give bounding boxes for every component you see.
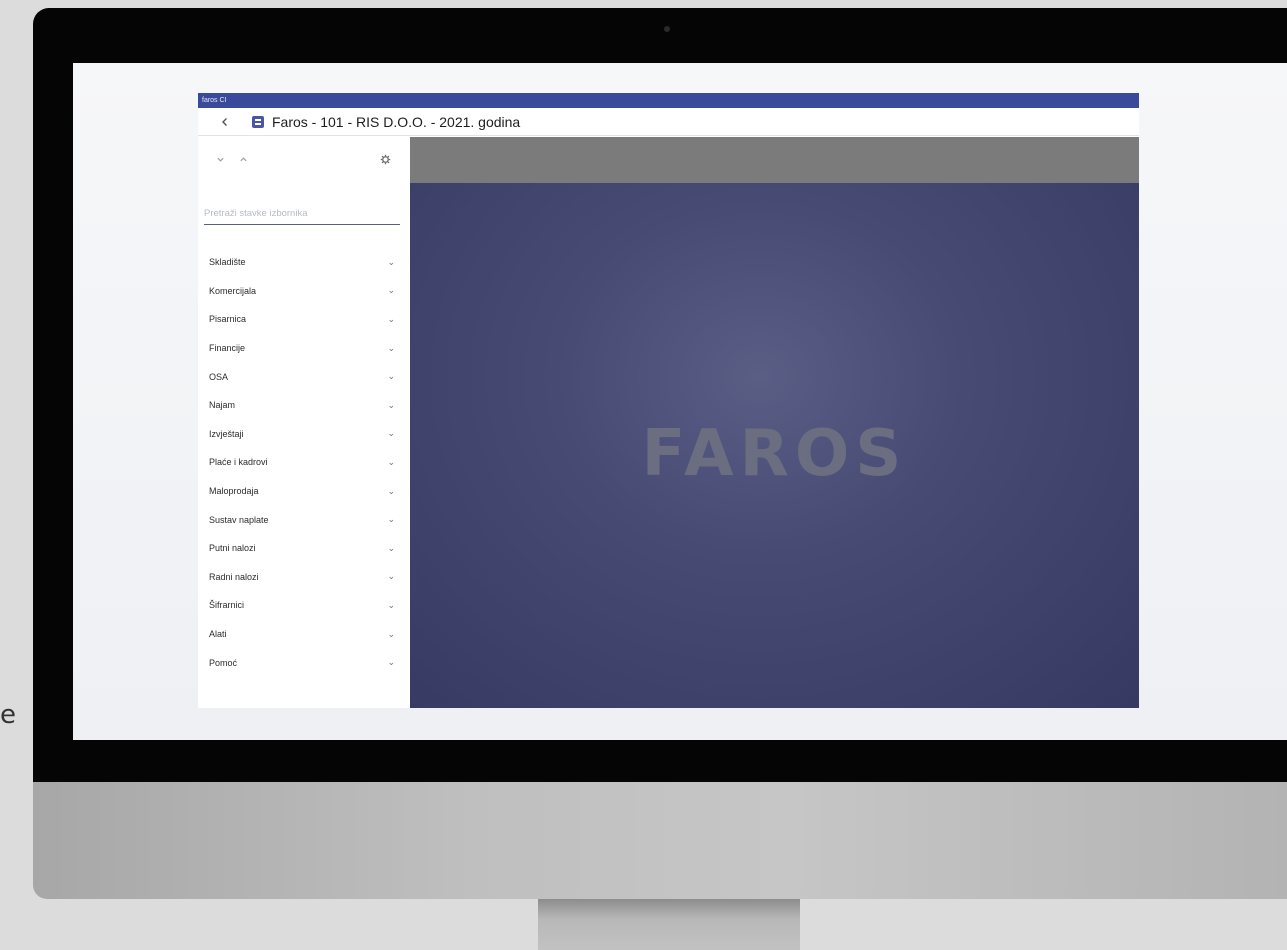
sidebar-item-radni-nalozi[interactable]: Radni nalozi ⌄: [198, 563, 409, 592]
sidebar-item-pisarnica[interactable]: Pisarnica ⌄: [198, 305, 409, 334]
faros-logo: FAROS: [641, 417, 908, 491]
sidebar-item-label: Najam: [209, 400, 236, 411]
window-title-bar: faros CI: [198, 93, 1139, 108]
sidebar-item-label: Komercijala: [209, 285, 257, 296]
app-header: Faros - 101 - RIS D.O.O. - 2021. godina: [198, 108, 1139, 136]
sidebar-item-label: Alati: [209, 629, 227, 640]
sidebar-item-komercijala[interactable]: Komercijala ⌄: [198, 277, 409, 306]
sidebar-item-najam[interactable]: Najam ⌄: [198, 391, 409, 420]
main-toolbar: [410, 137, 1139, 183]
sidebar-menu: Skladište ⌄ Komercijala ⌄ Pisarnica ⌄ Finan…: [198, 248, 409, 677]
sidebar-item-label: Pomoć: [209, 657, 238, 668]
chevron-down-icon: ⌄: [387, 342, 395, 353]
sidebar-item-label: Skladište: [209, 257, 246, 268]
search-field: [204, 203, 400, 225]
sidebar-item-financije[interactable]: Financije ⌄: [198, 334, 409, 363]
chevron-down-icon: ⌄: [387, 628, 395, 639]
sidebar-item-label: Maloprodaja: [209, 486, 259, 497]
monitor-stand: [538, 899, 800, 950]
page-title: Faros - 101 - RIS D.O.O. - 2021. godina: [272, 113, 521, 130]
chevron-down-icon: ⌄: [387, 399, 395, 410]
sidebar-item-maloprodaja[interactable]: Maloprodaja ⌄: [198, 477, 409, 506]
sidebar-item-sustav-naplate[interactable]: Sustav naplate ⌄: [198, 505, 409, 534]
sidebar-item-skladiste[interactable]: Skladište ⌄: [198, 248, 409, 277]
camera-icon: [664, 26, 670, 32]
chevron-down-icon: ⌄: [387, 514, 395, 525]
sidebar-item-label: Radni nalozi: [209, 571, 259, 582]
collapse-all-button[interactable]: [212, 151, 228, 167]
sidebar-item-label: Plaće i kadrovi: [209, 457, 268, 468]
sidebar-item-label: Šifrarnici: [209, 600, 245, 611]
chevron-left-icon: [222, 117, 227, 126]
page-edge-text: e: [0, 700, 16, 730]
chevron-down-icon: ⌄: [387, 571, 395, 582]
chevron-down-icon: [216, 157, 224, 162]
sidebar-item-label: Financije: [209, 343, 246, 354]
sidebar-item-pomoc[interactable]: Pomoć ⌄: [198, 648, 409, 677]
sidebar-item-label: OSA: [209, 371, 229, 382]
search-input[interactable]: [204, 203, 400, 224]
sidebar-controls: [198, 137, 409, 181]
settings-button[interactable]: [377, 151, 393, 167]
chevron-down-icon: ⌄: [387, 256, 395, 267]
chevron-down-icon: ⌄: [387, 456, 395, 467]
chevron-down-icon: ⌄: [387, 428, 395, 439]
chevron-down-icon: ⌄: [387, 599, 395, 610]
sidebar-item-label: Izvještaji: [209, 428, 244, 439]
sidebar-item-alati[interactable]: Alati ⌄: [198, 620, 409, 649]
sidebar: Skladište ⌄ Komercijala ⌄ Pisarnica ⌄ Finan…: [198, 137, 409, 708]
back-button[interactable]: [212, 109, 238, 135]
sidebar-item-izvjestaji[interactable]: Izvještaji ⌄: [198, 420, 409, 449]
chevron-down-icon: ⌄: [387, 285, 395, 296]
chevron-down-icon: ⌄: [387, 542, 395, 553]
sidebar-item-label: Pisarnica: [209, 314, 247, 325]
chevron-down-icon: ⌄: [387, 657, 395, 668]
sidebar-item-label: Putni nalozi: [209, 543, 256, 554]
monitor-chin: [33, 782, 1287, 899]
gear-icon: [380, 154, 390, 164]
sidebar-item-osa[interactable]: OSA ⌄: [198, 362, 409, 391]
sidebar-item-putni-nalozi[interactable]: Putni nalozi ⌄: [198, 534, 409, 563]
chevron-up-icon: [239, 156, 247, 161]
sidebar-item-sifrarnici[interactable]: Šifrarnici ⌄: [198, 591, 409, 620]
sidebar-item-place-i-kadrovi[interactable]: Plaće i kadrovi ⌄: [198, 448, 409, 477]
chevron-down-icon: ⌄: [387, 371, 395, 382]
chevron-down-icon: ⌄: [387, 313, 395, 324]
app-window: faros CI Faros - 101 - RIS D.O.O. - 2021…: [198, 93, 1139, 708]
chevron-down-icon: ⌄: [387, 485, 395, 496]
expand-all-button[interactable]: [235, 151, 251, 167]
faros-app-icon: [252, 115, 264, 128]
main-content: FAROS: [410, 137, 1139, 708]
sidebar-item-label: Sustav naplate: [209, 514, 269, 525]
